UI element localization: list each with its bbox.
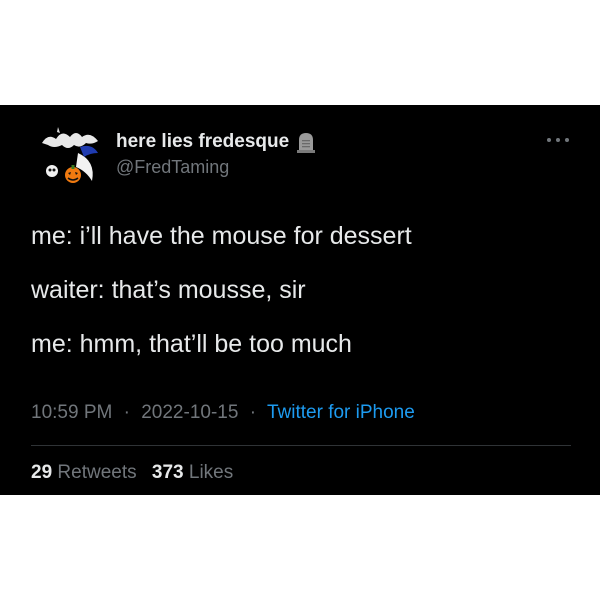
divider	[31, 445, 571, 446]
tombstone-icon	[295, 131, 317, 153]
tweet-card: here lies fredesque @FredTaming me: i’ll…	[0, 105, 600, 495]
tweet-line: waiter: that’s mousse, sir	[31, 276, 306, 304]
tweet-text: me: i’ll have the mouse for dessert wait…	[31, 223, 571, 385]
display-name[interactable]: here lies fredesque	[116, 131, 289, 153]
likes-label: Likes	[188, 462, 234, 483]
retweets-stat[interactable]: 29 Retweets	[31, 462, 152, 483]
retweets-label: Retweets	[57, 462, 137, 483]
user-handle[interactable]: @FredTaming	[116, 157, 229, 178]
tweet-date[interactable]: 2022-10-15	[141, 402, 238, 423]
tweet-line: me: i’ll have the mouse for dessert	[31, 222, 412, 250]
tweet-line: me: hmm, that’ll be too much	[31, 330, 352, 358]
avatar-image	[42, 127, 98, 183]
tweet-meta: 10:59 PM · 2022-10-15 · Twitter for iPho…	[31, 402, 415, 424]
avatar[interactable]	[38, 123, 104, 189]
likes-count: 373	[151, 462, 184, 483]
tweet-time[interactable]: 10:59 PM	[31, 402, 112, 423]
tweet-source-link[interactable]: Twitter for iPhone	[267, 402, 415, 423]
display-name-row: here lies fredesque	[116, 131, 317, 153]
more-options-icon[interactable]	[545, 135, 571, 145]
page: here lies fredesque @FredTaming me: i’ll…	[0, 0, 600, 600]
meta-separator: ·	[123, 402, 130, 423]
likes-stat[interactable]: 373 Likes	[152, 462, 243, 483]
meta-separator: ·	[249, 402, 257, 423]
tweet-stats: 29 Retweets 373 Likes	[31, 462, 243, 484]
retweets-count: 29	[31, 462, 53, 483]
